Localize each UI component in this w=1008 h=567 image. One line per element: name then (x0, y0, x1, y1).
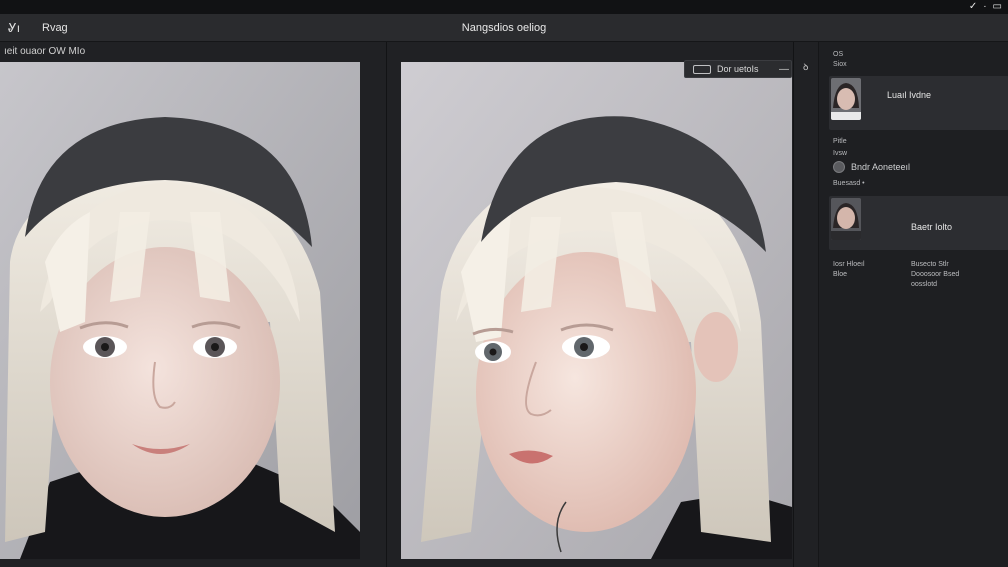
row-option-label: Bndr Aoneteeıl (851, 162, 911, 172)
edited-portrait-image (401, 62, 792, 559)
edited-image-viewer[interactable] (401, 62, 792, 559)
original-image-viewer[interactable] (0, 62, 360, 559)
check-icon[interactable]: ✓ (969, 1, 977, 13)
sidebar-label-ivsw: Ivsw (833, 150, 847, 157)
window-title: Nangsdios oeliog (461, 22, 547, 34)
sidebar-row-option[interactable]: Bndr Aoneteeıl (833, 161, 910, 173)
face-card-1[interactable]: Luaıl Ivdne (829, 76, 1008, 130)
view-mode-label: Dor uetoIs (717, 64, 759, 74)
viewer-divider-right (793, 42, 794, 567)
photo-editor-app: ✓ · ▭ Ꮍı Rvag Nangsdios oeliog ıeit ouao… (0, 0, 1008, 567)
details-left: Iosr Hloeıl Bloe (833, 260, 865, 280)
panel-toggle-icon[interactable]: ꝺ (803, 60, 808, 73)
face-card-1-name: Luaıl Ivdne (887, 90, 932, 100)
left-panel-header: ıeit ouaor OW MIo (4, 46, 86, 57)
details-right: Busecto Stlr Dooosoor Bsed oosslotd (911, 260, 959, 290)
detail-line: Busecto Stlr (911, 261, 949, 268)
title-toolbar: Ꮍı Rvag Nangsdios oeliog (0, 14, 1008, 42)
detail-line: Dooosoor Bsed (911, 271, 960, 278)
face-card-2[interactable]: Baetr Iolto (829, 196, 1008, 250)
minimize-icon[interactable]: — (779, 64, 791, 75)
detail-line: Iosr Hloeıl (833, 261, 865, 268)
compare-icon (693, 64, 711, 74)
dot-icon: · (983, 1, 987, 12)
system-bar: ✓ · ▭ (0, 0, 1008, 14)
folder-icon[interactable]: ▭ (993, 1, 1002, 13)
face-thumbnail-2 (831, 198, 861, 240)
system-tray: ✓ · ▭ (969, 1, 1002, 13)
view-mode-chip[interactable]: Dor uetoIs — (684, 60, 792, 78)
radio-icon (833, 161, 845, 173)
face-card-2-name: Baetr Iolto (911, 222, 953, 232)
sidebar-label-siox: Siox (833, 61, 847, 68)
face-thumbnail-1 (831, 78, 861, 120)
original-portrait-image (0, 62, 360, 559)
viewer-divider[interactable] (386, 42, 387, 567)
sidebar-label-buesasd: Buesasd • (833, 180, 865, 187)
detail-line: Bloe (833, 271, 848, 278)
workspace: ıeit ouaor OW MIo Dor uetoIs — ꝺ OS Siox… (0, 42, 1008, 567)
detail-line: oosslotd (911, 281, 938, 288)
sidebar-label-os: OS (833, 51, 844, 58)
properties-sidebar: OS Siox Luaıl Ivdne Pitle Ivsw Bndr Aone… (818, 42, 1008, 567)
sidebar-label-pitle: Pitle (833, 138, 847, 145)
